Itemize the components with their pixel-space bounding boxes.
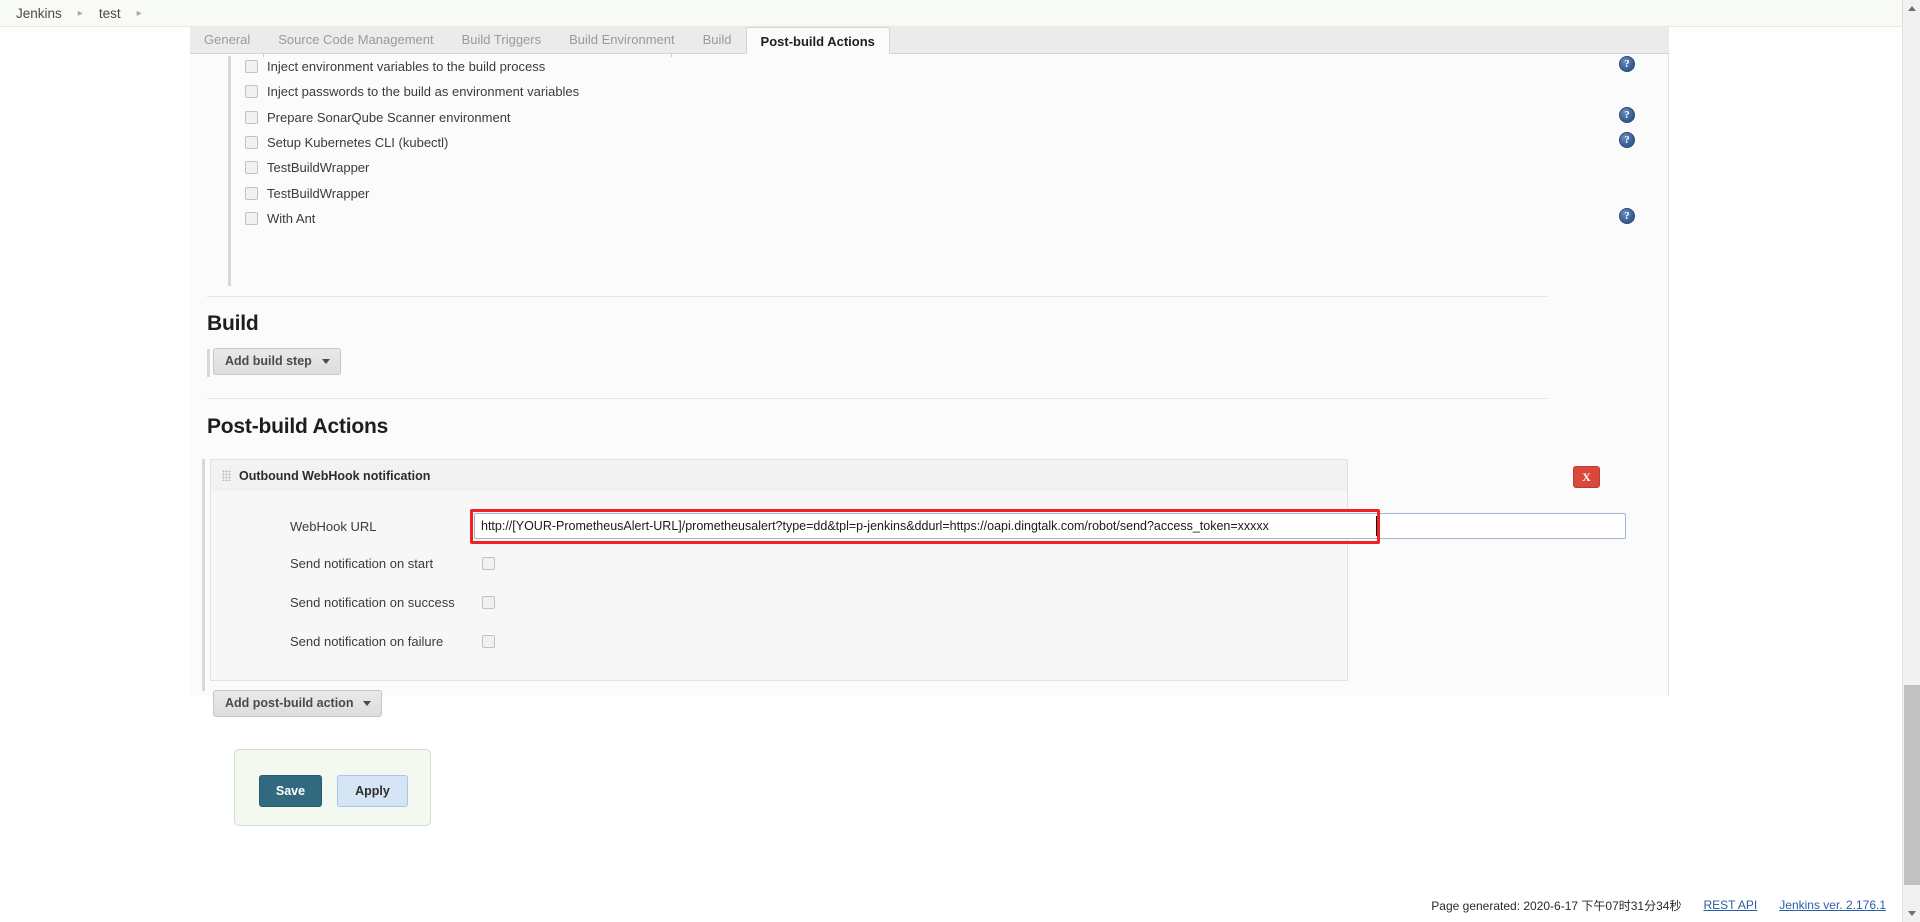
page-title-postbuild: Post-build Actions [207, 415, 389, 438]
chevron-down-icon [321, 358, 330, 364]
postbuild-block-rail [202, 459, 205, 691]
checkbox-inject-env[interactable] [245, 60, 258, 74]
breadcrumb-separator-icon: ▸ [77, 7, 83, 19]
wrapper-row-testbuildwrapper-2[interactable]: TestBuildWrapper [245, 180, 1635, 205]
wrapper-label-inject-env: Inject environment variables to the buil… [267, 59, 546, 75]
tab-source-code-management[interactable]: Source Code Management [264, 26, 447, 53]
wrapper-row-sonarqube[interactable]: Prepare SonarQube Scanner environment ? [245, 105, 1635, 130]
breadcrumb-item-jenkins[interactable]: Jenkins [14, 6, 64, 21]
wrapper-label-testbuildwrapper-1: TestBuildWrapper [267, 160, 370, 176]
chevron-down-icon-3 [1907, 911, 1916, 916]
notify-start-label: Send notification on start [290, 555, 434, 571]
add-build-step-button[interactable]: Add build step [213, 348, 341, 375]
page-scrollbar[interactable] [1902, 0, 1920, 922]
wrapper-row-with-ant[interactable]: With Ant ? [245, 206, 1635, 231]
save-button[interactable]: Save [259, 775, 322, 807]
help-icon-sonarqube[interactable]: ? [1619, 106, 1635, 123]
page-title-build: Build [207, 312, 259, 335]
tab-post-build-actions[interactable]: Post-build Actions [745, 27, 890, 54]
wrapper-label-sonarqube: Prepare SonarQube Scanner environment [267, 109, 511, 125]
notify-success-label: Send notification on success [290, 594, 455, 610]
chevron-up-icon [1907, 6, 1916, 11]
tab-build-triggers[interactable]: Build Triggers [448, 26, 555, 53]
webhook-url-label: WebHook URL [290, 518, 377, 534]
notify-failure-label: Send notification on failure [290, 633, 444, 649]
checkbox-sonarqube[interactable] [245, 110, 258, 124]
webhook-url-input[interactable] [474, 513, 1626, 539]
build-environment-rail [228, 56, 231, 286]
notify-success-row[interactable]: Send notification on success [290, 592, 495, 612]
rest-api-link[interactable]: REST API [1703, 898, 1757, 912]
wrapper-label-kubectl: Setup Kubernetes CLI (kubectl) [267, 135, 449, 151]
notify-failure-row[interactable]: Send notification on failure [290, 631, 495, 651]
text-cursor [1376, 516, 1377, 536]
breadcrumb-separator-icon-2: ▸ [136, 7, 142, 19]
wrapper-row-testbuildwrapper-1[interactable]: TestBuildWrapper [245, 155, 1635, 180]
checkbox-notify-start[interactable] [482, 556, 495, 570]
checkbox-notify-failure[interactable] [482, 634, 495, 648]
wrapper-label-with-ant: With Ant [267, 210, 316, 226]
add-postbuild-action-label: Add post-build action [225, 696, 354, 710]
help-icon-with-ant[interactable]: ? [1619, 207, 1635, 224]
right-margin [1669, 27, 1902, 896]
scroll-up-button[interactable] [1903, 0, 1920, 17]
divider-build [207, 296, 1547, 297]
left-gutter [0, 27, 190, 896]
checkbox-testbuildwrapper-2[interactable] [245, 186, 258, 200]
checkbox-inject-passwords[interactable] [245, 85, 258, 99]
scroll-down-button[interactable] [1903, 905, 1920, 922]
postbuild-action-title: Outbound WebHook notification [239, 468, 431, 483]
jenkins-version-link[interactable]: Jenkins ver. 2.176.1 [1779, 898, 1886, 912]
apply-button[interactable]: Apply [337, 775, 408, 807]
remove-postbuild-action-button[interactable]: X [1573, 466, 1600, 488]
wrapper-label-testbuildwrapper-2: TestBuildWrapper [267, 185, 370, 201]
checkbox-notify-success[interactable] [482, 595, 495, 609]
tab-general[interactable]: General [190, 26, 264, 53]
checkbox-testbuildwrapper-1[interactable] [245, 161, 258, 175]
divider-postbuild [207, 398, 1547, 399]
page-footer: Page generated: 2020-6-17 下午07时31分34秒 RE… [0, 888, 1902, 922]
help-icon-inject-env[interactable]: ? [1619, 56, 1635, 72]
chevron-down-icon-2 [363, 700, 372, 706]
build-wrapper-list: Inject environment variables to the buil… [245, 54, 1635, 231]
wrapper-row-inject-env[interactable]: Inject environment variables to the buil… [245, 54, 1635, 79]
drag-handle-icon[interactable] [222, 470, 231, 481]
tab-build[interactable]: Build [689, 26, 746, 53]
checkbox-with-ant[interactable] [245, 211, 258, 225]
add-postbuild-action-button[interactable]: Add post-build action [213, 690, 383, 717]
checkbox-kubectl[interactable] [245, 136, 258, 150]
tab-build-environment[interactable]: Build Environment [555, 26, 689, 53]
wrapper-row-kubectl[interactable]: Setup Kubernetes CLI (kubectl) ? [245, 130, 1635, 155]
notify-start-row[interactable]: Send notification on start [290, 553, 495, 573]
page-generated-text: Page generated: 2020-6-17 下午07时31分34秒 [1431, 898, 1682, 913]
breadcrumb-item-test[interactable]: test [97, 6, 123, 21]
webhook-url-row: WebHook URL [290, 513, 376, 539]
wrapper-row-inject-passwords[interactable]: Inject passwords to the build as environ… [245, 79, 1635, 104]
wrapper-label-inject-passwords: Inject passwords to the build as environ… [267, 84, 580, 100]
scrollbar-thumb[interactable] [1904, 685, 1920, 885]
config-tab-bar: General Source Code Management Build Tri… [190, 27, 1669, 54]
breadcrumb: Jenkins ▸ test ▸ [0, 0, 1902, 27]
add-build-step-label: Add build step [225, 354, 312, 368]
postbuild-action-header: Outbound WebHook notification [210, 459, 1348, 491]
help-icon-kubectl[interactable]: ? [1619, 131, 1635, 148]
build-section-rail [207, 349, 210, 377]
